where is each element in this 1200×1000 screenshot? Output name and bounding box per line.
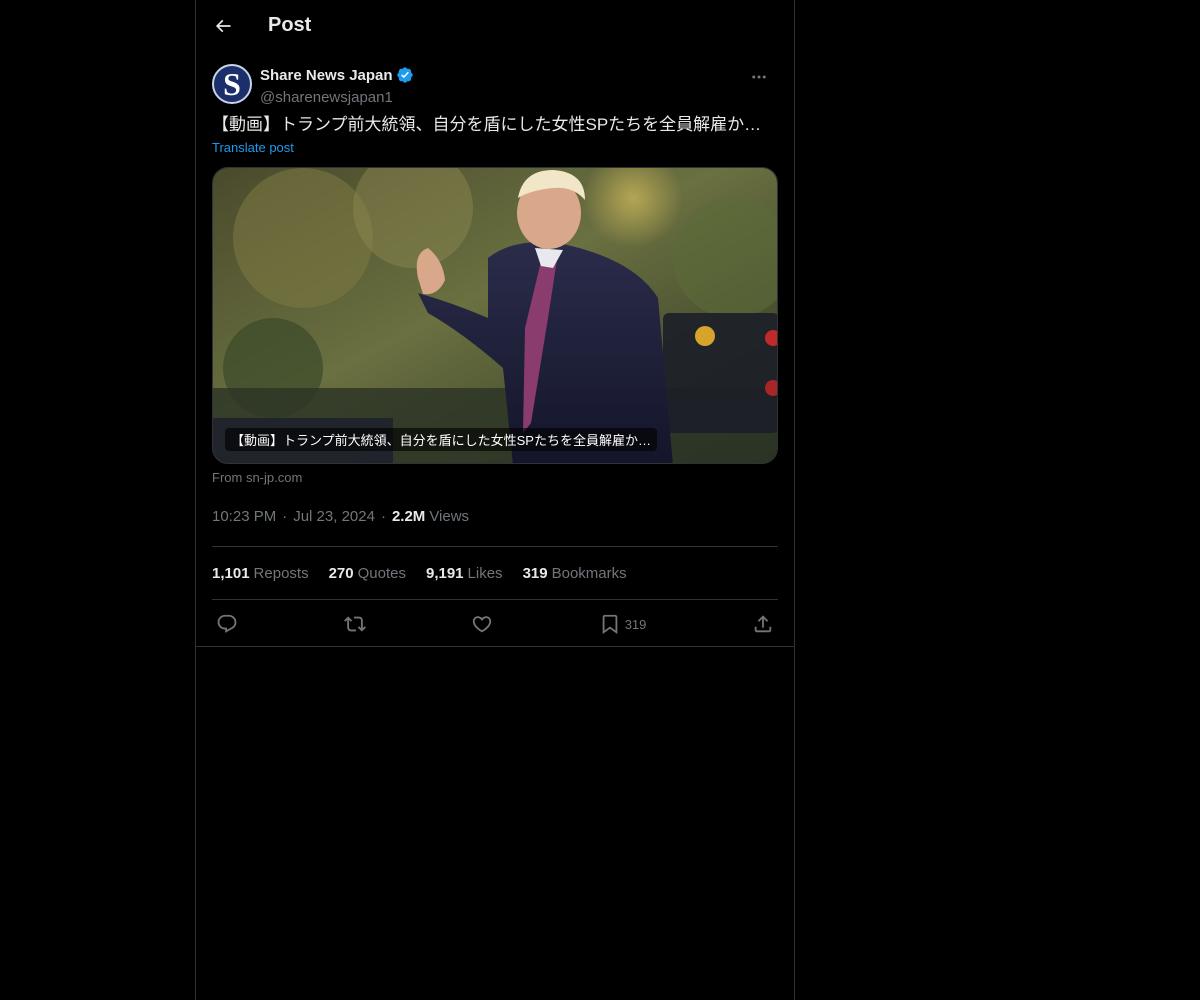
author-display-name[interactable]: Share News Japan <box>260 67 393 84</box>
arrow-left-icon <box>215 19 231 33</box>
reposts-label: Reposts <box>253 564 309 582</box>
quotes-count: 270 <box>328 564 354 582</box>
meta-separator: · <box>380 507 386 525</box>
bookmarks-count: 319 <box>522 564 548 582</box>
likes-label: Likes <box>467 564 503 582</box>
translate-post-link[interactable]: Translate post <box>212 140 294 155</box>
card-caption: 【動画】トランプ前大統領、自分を盾にした女性SPたちを全員解雇か… <box>225 428 657 451</box>
like-button[interactable] <box>471 613 493 635</box>
verified-badge-icon <box>396 67 413 83</box>
bookmarks-stat[interactable]: 319 Bookmarks <box>523 565 627 582</box>
page-title: Post <box>268 14 312 36</box>
reposts-count: 1,101 <box>212 564 250 582</box>
heart-icon <box>472 616 492 633</box>
link-card[interactable]: 【動画】トランプ前大統領、自分を盾にした女性SPたちを全員解雇か… <box>212 167 778 464</box>
repost-button[interactable] <box>343 613 366 635</box>
bookmark-button[interactable]: 319 <box>599 613 647 635</box>
share-button[interactable] <box>752 613 774 635</box>
avatar[interactable]: S <box>212 64 252 104</box>
post-time[interactable]: 10:23 PM <box>212 508 276 525</box>
reply-button[interactable] <box>216 613 238 635</box>
post-bottom-border <box>196 646 794 647</box>
more-options-button[interactable] <box>744 62 774 92</box>
post-stats: 1,101 Reposts 270 Quotes 9,191 Likes 319 Boo… <box>212 547 778 599</box>
views-count: 2.2M <box>391 507 426 525</box>
reply-icon <box>217 614 237 633</box>
meta-separator: · <box>282 507 288 525</box>
post: S Share News Japan @sharenewsjapan1 【動画】… <box>196 54 794 648</box>
likes-stat[interactable]: 9,191 Likes <box>426 565 503 582</box>
likes-count: 9,191 <box>425 564 464 582</box>
quotes-stat[interactable]: 270 Quotes <box>329 565 406 582</box>
author-name-row: Share News Japan <box>260 66 414 84</box>
quotes-label: Quotes <box>357 564 406 582</box>
post-actions: 319 <box>212 600 778 648</box>
post-date[interactable]: Jul 23, 2024 <box>293 508 375 525</box>
more-dots-icon <box>752 75 766 79</box>
bookmarks-label: Bookmarks <box>551 564 627 582</box>
card-image <box>213 168 777 463</box>
back-button[interactable] <box>206 9 240 43</box>
top-bar: Post <box>196 0 794 54</box>
bookmark-icon <box>602 614 618 635</box>
reposts-stat[interactable]: 1,101 Reposts <box>212 565 309 582</box>
share-icon <box>754 615 772 633</box>
post-author: S Share News Japan @sharenewsjapan1 <box>212 54 778 114</box>
views-label: Views <box>429 507 470 525</box>
bookmark-count: 319 <box>624 616 647 632</box>
card-source[interactable]: From sn-jp.com <box>212 470 778 485</box>
author-handle[interactable]: @sharenewsjapan1 <box>260 89 393 106</box>
post-text: 【動画】トランプ前大統領、自分を盾にした女性SPたちを全員解雇か… <box>212 115 762 134</box>
repost-icon <box>343 616 366 632</box>
post-meta: 10:23 PM · Jul 23, 2024 · 2.2M Views <box>212 503 778 529</box>
post-column: Post S Share News Japan @sharenewsjapan1 <box>195 0 795 1000</box>
avatar-letter: S <box>223 65 241 102</box>
